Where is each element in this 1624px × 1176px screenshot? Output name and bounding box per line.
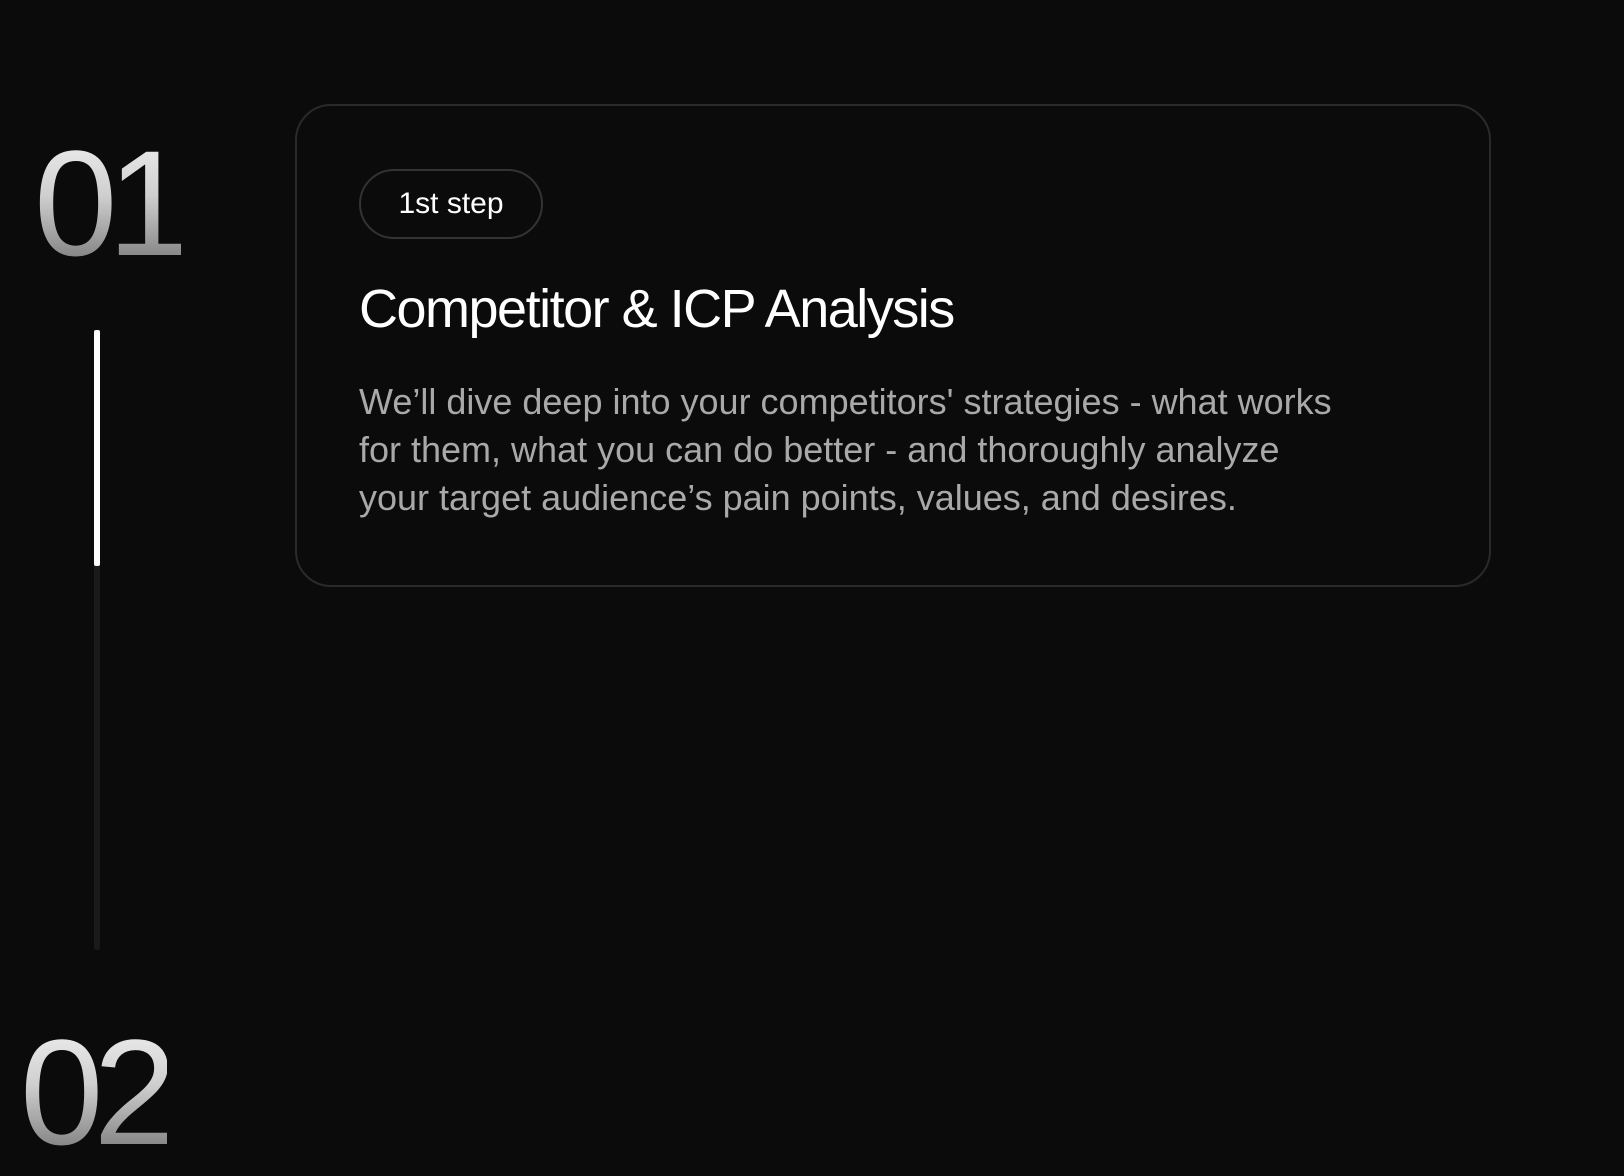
step-progress-track [94,330,100,950]
step-card: 1st step Competitor & ICP Analysis We’ll… [295,104,1491,587]
step-badge: 1st step [359,169,543,239]
step-number-01: 01 [34,119,191,287]
step-description: We’ll dive deep into your competitors' s… [359,381,1332,518]
step-number-02: 02 [20,1008,177,1176]
step-title: Competitor & ICP Analysis [359,279,955,339]
step-progress-fill [94,330,100,566]
